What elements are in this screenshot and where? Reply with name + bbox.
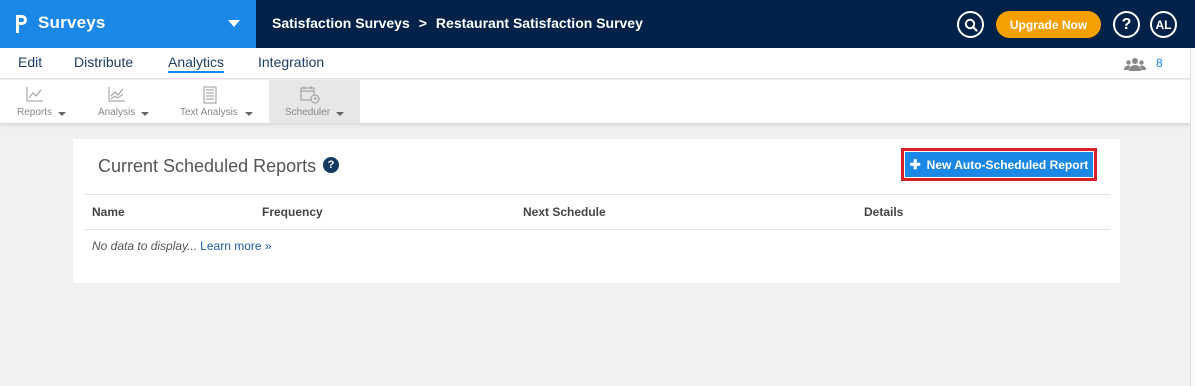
column-header-details[interactable]: Details [864, 205, 903, 219]
tab-distribute[interactable]: Distribute [74, 54, 133, 70]
users-icon[interactable] [1124, 57, 1146, 71]
page-title: Current Scheduled Reports [98, 156, 317, 176]
breadcrumb-item-surveys[interactable]: Satisfaction Surveys [272, 15, 410, 31]
new-auto-scheduled-report-label: New Auto-Scheduled Report [926, 157, 1089, 172]
search-icon [964, 18, 978, 32]
chevron-down-icon[interactable] [228, 20, 240, 27]
empty-state-text: No data to display... [92, 239, 198, 253]
breadcrumb-item-current: Restaurant Satisfaction Survey [435, 15, 643, 31]
new-auto-scheduled-report-button[interactable]: ✚ New Auto-Scheduled Report [901, 148, 1097, 181]
breadcrumb-separator: > [418, 15, 427, 31]
upgrade-now-button[interactable]: Upgrade Now [996, 11, 1101, 38]
plus-icon: ✚ [909, 156, 921, 172]
app-logo-icon [16, 15, 27, 33]
help-circle-icon[interactable]: ? [323, 157, 339, 173]
empty-state: No data to display... Learn more » [92, 239, 272, 253]
learn-more-link[interactable]: Learn more » [200, 239, 271, 253]
chevron-down-icon [58, 112, 66, 116]
search-button[interactable] [957, 11, 984, 38]
analytics-toolbar: Reports Analysis Text Analysis Scheduler [0, 80, 1195, 124]
new-auto-scheduled-report-button-inner[interactable]: ✚ New Auto-Scheduled Report [905, 152, 1093, 177]
help-button[interactable]: ? [1113, 11, 1140, 38]
line-chart-icon [26, 87, 43, 102]
text-analysis-icon [203, 86, 217, 104]
tab-analytics[interactable]: Analytics [168, 54, 225, 73]
main-nav: Edit Distribute Analytics Integration 8 [0, 48, 1195, 79]
tool-reports-label: Reports [17, 107, 53, 118]
tab-edit[interactable]: Edit [18, 54, 42, 70]
chevron-down-icon [141, 112, 149, 116]
scheduled-reports-card: Current Scheduled Reports ? ✚ New Auto-S… [73, 139, 1120, 283]
column-header-frequency[interactable]: Frequency [262, 205, 323, 219]
tool-analysis[interactable]: Analysis [82, 80, 165, 123]
calendar-clock-icon [300, 86, 320, 104]
tool-text-analysis-label: Text Analysis [180, 107, 238, 118]
tool-scheduler-label: Scheduler [285, 107, 331, 118]
tool-scheduler[interactable]: Scheduler [269, 80, 360, 123]
chevron-down-icon [245, 112, 253, 116]
column-header-name[interactable]: Name [92, 205, 125, 219]
avatar[interactable]: AL [1150, 11, 1177, 38]
top-bar: Surveys Satisfaction Surveys > Restaurant … [0, 0, 1195, 48]
tool-reports[interactable]: Reports [0, 80, 82, 123]
tab-integration[interactable]: Integration [258, 54, 324, 70]
app-switcher[interactable]: Surveys [0, 0, 256, 48]
scrollbar[interactable] [1190, 48, 1195, 386]
user-count[interactable]: 8 [1156, 56, 1163, 70]
tool-text-analysis[interactable]: Text Analysis [165, 80, 269, 123]
table-header: Name Frequency Next Schedule Details [85, 194, 1110, 230]
chevron-down-icon [336, 112, 344, 116]
breadcrumb: Satisfaction Surveys > Restaurant Satisfac… [272, 15, 643, 31]
app-title: Surveys [38, 13, 106, 32]
analysis-chart-icon [108, 87, 125, 102]
column-header-next-schedule[interactable]: Next Schedule [523, 205, 606, 219]
tool-analysis-label: Analysis [98, 107, 136, 118]
